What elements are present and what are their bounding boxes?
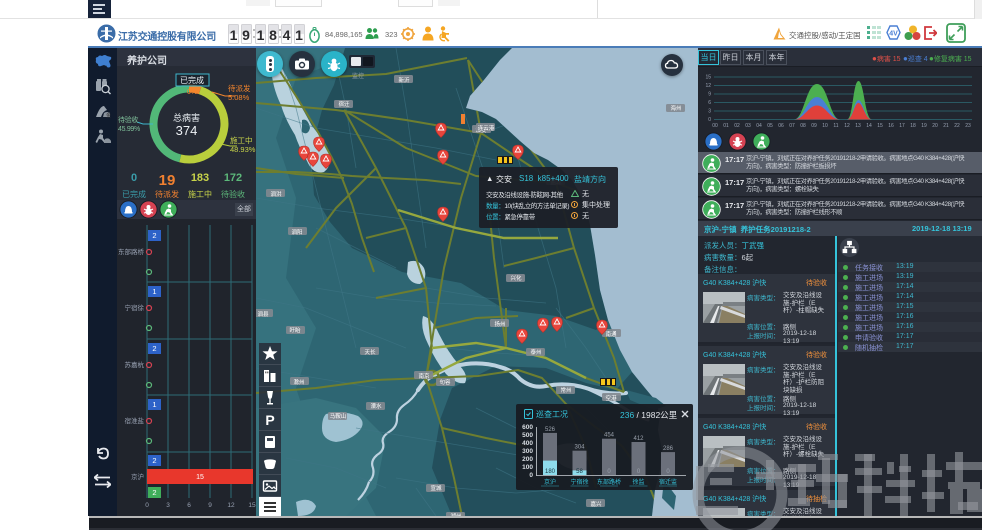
svg-text:徐监: 徐监	[632, 478, 644, 486]
svg-text:天长: 天长	[364, 348, 376, 356]
svg-text:17: 17	[899, 123, 905, 129]
svg-text:12: 12	[227, 502, 235, 509]
svg-text:05: 05	[767, 123, 773, 129]
svg-text:宣城: 宣城	[430, 484, 442, 492]
svg-text:180: 180	[545, 469, 556, 475]
svg-text:宁宿徐: 宁宿徐	[125, 303, 145, 312]
svg-text:常州: 常州	[560, 386, 571, 394]
svg-text:京沪: 京沪	[544, 478, 556, 486]
svg-text:东部路桥: 东部路桥	[118, 247, 145, 256]
svg-text:空港: 空港	[605, 394, 617, 402]
svg-text:15: 15	[877, 123, 883, 129]
svg-text:连云港: 连云港	[478, 124, 495, 132]
svg-text:6: 6	[187, 502, 191, 509]
svg-text:23: 23	[965, 123, 971, 129]
svg-text:08: 08	[800, 123, 806, 129]
svg-text:扬州: 扬州	[494, 320, 505, 328]
svg-text:南京: 南京	[418, 372, 430, 380]
svg-text:04: 04	[756, 123, 762, 129]
svg-text:2: 2	[152, 231, 156, 240]
svg-text:滁州: 滁州	[293, 378, 304, 386]
svg-text:马鞍山: 马鞍山	[330, 412, 347, 420]
svg-text:200: 200	[522, 456, 533, 463]
svg-text:盱眙: 盱眙	[289, 326, 301, 334]
svg-text:泗洪: 泗洪	[270, 190, 282, 198]
svg-text:南通: 南通	[605, 330, 617, 338]
svg-text:海州: 海州	[670, 104, 681, 112]
svg-text:500: 500	[522, 432, 533, 439]
svg-text:句容: 句容	[439, 378, 451, 386]
svg-text:溧水: 溧水	[370, 402, 382, 410]
svg-text:14: 14	[866, 123, 872, 129]
svg-text:嘉兴: 嘉兴	[590, 500, 602, 508]
svg-text:兴化: 兴化	[510, 274, 522, 282]
svg-text:9: 9	[708, 92, 711, 98]
svg-text:宿迁: 宿迁	[338, 100, 350, 108]
svg-text:01: 01	[723, 123, 729, 129]
svg-text:3: 3	[166, 502, 170, 509]
svg-text:6: 6	[708, 100, 711, 106]
svg-text:526: 526	[545, 427, 556, 433]
svg-text:07: 07	[789, 123, 795, 129]
svg-text:58: 58	[576, 469, 583, 475]
svg-text:09: 09	[811, 123, 817, 129]
svg-text:泗县: 泗县	[257, 310, 269, 318]
svg-text:02: 02	[734, 123, 740, 129]
svg-text:京沪: 京沪	[131, 472, 144, 481]
svg-text:宁宿徐: 宁宿徐	[570, 478, 588, 486]
svg-text:20: 20	[932, 123, 938, 129]
svg-text:金: 金	[106, 112, 111, 119]
svg-text:15: 15	[705, 75, 711, 81]
svg-text:16: 16	[888, 123, 894, 129]
svg-text:03: 03	[745, 123, 751, 129]
svg-text:苏嘉杭: 苏嘉杭	[125, 360, 145, 369]
svg-text:13: 13	[855, 123, 861, 129]
svg-text:已完成: 已完成	[180, 75, 204, 85]
svg-text:12: 12	[705, 83, 711, 89]
svg-text:286: 286	[663, 446, 674, 452]
svg-text:412: 412	[633, 436, 644, 442]
svg-text:00: 00	[712, 123, 718, 129]
svg-text:19: 19	[921, 123, 927, 129]
svg-text:300: 300	[522, 448, 533, 455]
svg-text:1: 1	[152, 400, 156, 409]
svg-text:06: 06	[778, 123, 784, 129]
svg-text:15: 15	[196, 474, 204, 481]
svg-text:泗阳: 泗阳	[291, 228, 302, 236]
svg-text:400: 400	[522, 440, 533, 447]
svg-text:3: 3	[708, 109, 711, 115]
svg-text:600: 600	[522, 424, 533, 431]
svg-text:21: 21	[943, 123, 949, 129]
svg-text:0: 0	[529, 472, 533, 479]
svg-text:2: 2	[152, 344, 156, 353]
svg-text:新沂: 新沂	[398, 76, 410, 84]
svg-text:9: 9	[208, 502, 212, 509]
svg-text:15: 15	[248, 502, 256, 509]
svg-text:4V: 4V	[889, 31, 898, 38]
svg-text:304: 304	[574, 445, 585, 451]
svg-text:12: 12	[844, 123, 850, 129]
svg-text:374: 374	[176, 123, 198, 138]
svg-text:东部路桥: 东部路桥	[597, 478, 621, 486]
svg-text:100: 100	[522, 464, 533, 471]
svg-text:22: 22	[954, 123, 960, 129]
svg-text:宿淮盐: 宿淮盐	[125, 416, 145, 425]
svg-text:2: 2	[152, 488, 156, 497]
svg-text:P: P	[265, 412, 274, 428]
svg-text:18: 18	[910, 123, 916, 129]
svg-text:11: 11	[833, 123, 838, 129]
svg-text:10: 10	[822, 123, 828, 129]
svg-text:1: 1	[152, 287, 156, 296]
svg-text:0: 0	[708, 117, 711, 123]
svg-text:宿迁监: 宿迁监	[659, 478, 677, 486]
svg-text:0: 0	[145, 502, 149, 509]
svg-text:泰州: 泰州	[530, 348, 541, 356]
svg-text:0%: 0%	[187, 89, 197, 96]
svg-text:2: 2	[152, 456, 156, 465]
svg-text:454: 454	[604, 433, 615, 439]
svg-text:总病害: 总病害	[173, 112, 200, 123]
